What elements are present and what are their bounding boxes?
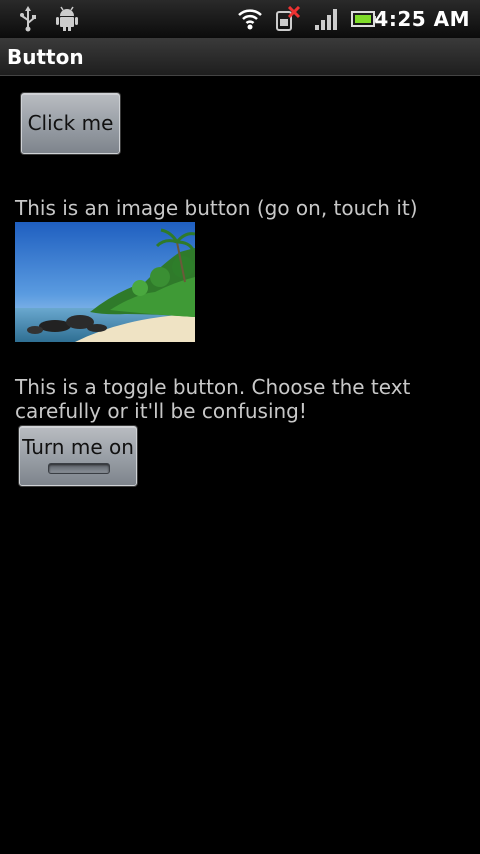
no-sim-icon <box>275 5 301 36</box>
page-title: Button <box>7 45 84 69</box>
toggle-button-caption: This is a toggle button. Choose the text… <box>15 375 411 423</box>
toggle-button[interactable]: Turn me on <box>19 426 137 486</box>
image-button[interactable] <box>15 222 195 342</box>
title-bar: Button <box>0 38 480 76</box>
toggle-indicator <box>48 463 110 474</box>
toggle-button-label: Turn me on <box>22 435 134 459</box>
main-content: Click me This is an image button (go on,… <box>0 76 480 854</box>
status-bar: 4:25 AM <box>0 0 480 38</box>
battery-icon <box>351 6 377 36</box>
clock: 4:25 AM <box>374 7 470 31</box>
image-button-caption: This is an image button (go on, touch it… <box>15 196 418 220</box>
wifi-icon <box>237 6 263 36</box>
tropical-beach-icon <box>15 222 195 342</box>
android-debug-icon <box>55 6 79 36</box>
click-me-button[interactable]: Click me <box>21 93 120 154</box>
signal-icon <box>313 6 339 36</box>
usb-icon <box>18 6 38 36</box>
